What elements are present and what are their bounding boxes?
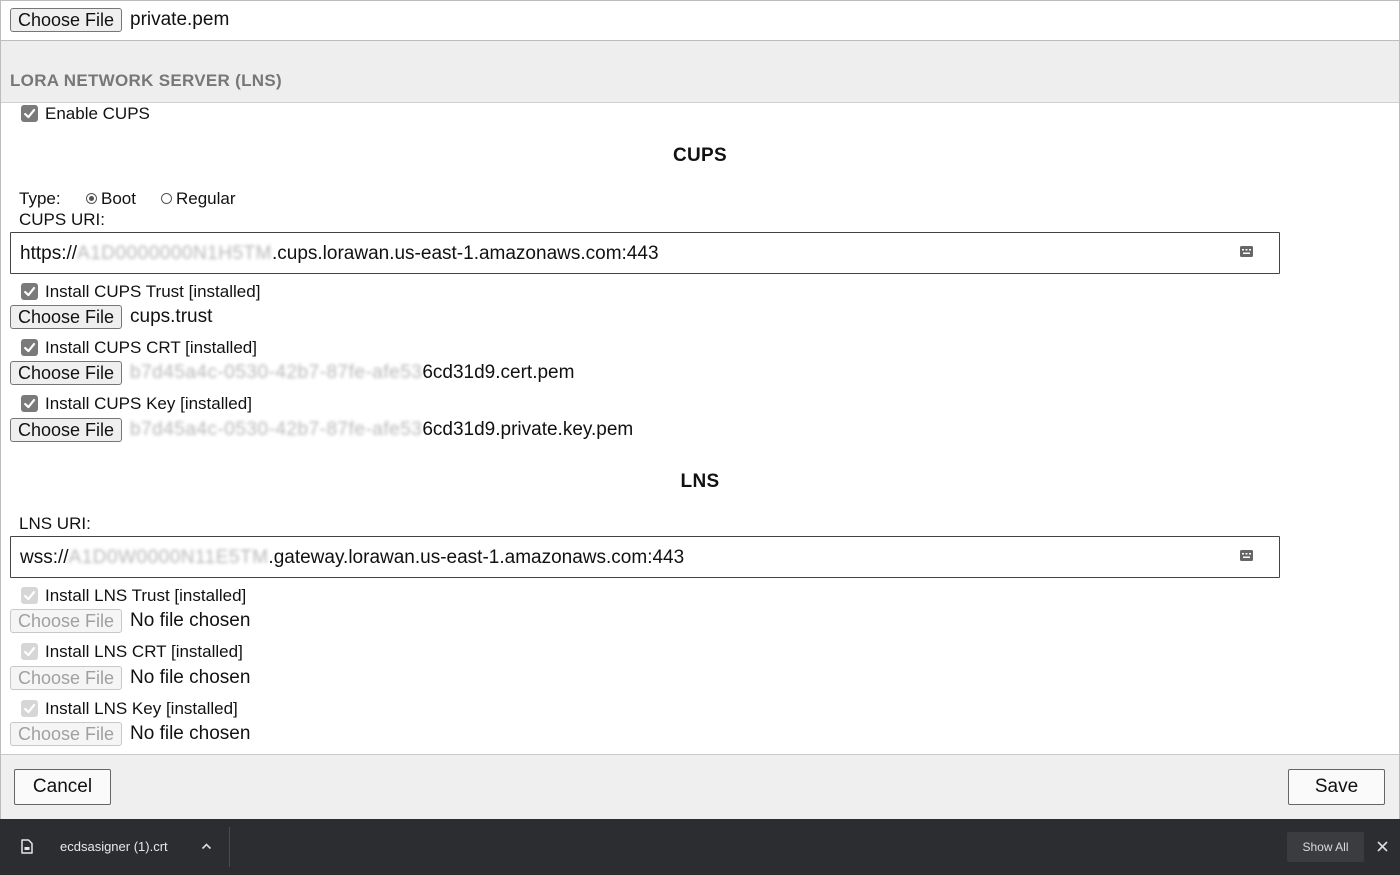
cups-uri-value: https://A1D0000000N1H5TM.cups.lorawan.us… xyxy=(20,243,659,264)
install-lns-key-label: Install LNS Key [installed] xyxy=(45,699,238,718)
install-cups-crt-checkbox[interactable] xyxy=(21,339,38,356)
type-boot-label[interactable]: Boot xyxy=(101,189,136,209)
cups-heading: CUPS xyxy=(673,145,727,166)
checkmark-icon xyxy=(24,108,36,119)
download-file-name[interactable]: ecdsasigner (1).crt xyxy=(60,839,168,854)
lns-uri-input[interactable]: wss://A1D0W0000N11E5TM.gateway.lorawan.u… xyxy=(10,536,1280,578)
dialog-footer: Cancel Save xyxy=(1,754,1399,820)
lns-heading: LNS xyxy=(680,471,720,492)
document-icon xyxy=(21,839,33,854)
type-boot-radio[interactable] xyxy=(86,193,97,204)
keyboard-icon[interactable] xyxy=(1240,246,1253,257)
lns-key-file-name: No file chosen xyxy=(130,723,251,744)
lns-trust-choose-file-button[interactable]: Choose File xyxy=(10,609,123,633)
checkmark-icon xyxy=(24,703,36,714)
checkmark-icon xyxy=(24,590,36,601)
install-lns-crt-label: Install LNS CRT [installed] xyxy=(45,642,243,661)
install-cups-key-checkbox[interactable] xyxy=(21,395,38,412)
install-cups-crt-label: Install CUPS CRT [installed] xyxy=(45,338,257,357)
lns-key-choose-file-button[interactable]: Choose File xyxy=(10,722,123,746)
show-all-button[interactable]: Show All xyxy=(1287,832,1364,862)
checkmark-icon xyxy=(24,286,36,297)
cups-uri-label: CUPS URI: xyxy=(19,210,105,229)
lns-section-header: LORA NETWORK SERVER (LNS) xyxy=(1,40,1399,103)
install-lns-trust-label: Install LNS Trust [installed] xyxy=(45,586,247,605)
download-separator xyxy=(229,827,230,867)
enable-cups-checkbox[interactable] xyxy=(21,105,38,122)
checkmark-icon xyxy=(24,398,36,409)
enable-cups-label: Enable CUPS xyxy=(45,104,150,123)
install-cups-key-label: Install CUPS Key [installed] xyxy=(45,394,252,413)
chevron-up-icon[interactable] xyxy=(201,842,212,850)
selected-file-name: private.pem xyxy=(130,9,230,30)
type-regular-radio[interactable] xyxy=(161,193,172,204)
lns-crt-choose-file-button[interactable]: Choose File xyxy=(10,666,123,690)
lns-crt-file-name: No file chosen xyxy=(130,667,251,688)
install-lns-crt-checkbox[interactable] xyxy=(21,643,38,660)
choose-file-button[interactable]: Choose File xyxy=(10,8,123,32)
download-bar: ecdsasigner (1).crt Show All xyxy=(0,819,1400,875)
install-lns-key-checkbox[interactable] xyxy=(21,700,38,717)
install-cups-trust-label: Install CUPS Trust [installed] xyxy=(45,282,261,301)
cups-key-choose-file-button[interactable]: Choose File xyxy=(10,418,123,442)
type-label: Type: xyxy=(19,189,61,208)
lns-trust-file-name: No file chosen xyxy=(130,610,251,631)
keyboard-icon[interactable] xyxy=(1240,550,1253,561)
lns-uri-value: wss://A1D0W0000N11E5TM.gateway.lorawan.u… xyxy=(20,547,685,568)
cups-crt-choose-file-button[interactable]: Choose File xyxy=(10,361,123,385)
cups-key-file-name: b7d45a4c-0530-42b7-87fe-afe536cd31d9.pri… xyxy=(130,419,634,440)
install-cups-trust-checkbox[interactable] xyxy=(21,283,38,300)
checkmark-icon xyxy=(24,646,36,657)
cups-uri-input[interactable]: https://A1D0000000N1H5TM.cups.lorawan.us… xyxy=(10,232,1280,274)
cups-trust-choose-file-button[interactable]: Choose File xyxy=(10,305,123,329)
lns-uri-label: LNS URI: xyxy=(19,514,91,533)
type-regular-label[interactable]: Regular xyxy=(176,189,236,209)
cancel-button[interactable]: Cancel xyxy=(14,769,111,805)
checkmark-icon xyxy=(24,342,36,353)
close-icon[interactable] xyxy=(1377,841,1388,852)
section-title: LORA NETWORK SERVER (LNS) xyxy=(10,71,282,90)
save-button[interactable]: Save xyxy=(1288,769,1385,805)
cups-crt-file-name: b7d45a4c-0530-42b7-87fe-afe536cd31d9.cer… xyxy=(130,362,575,383)
cups-trust-file-name: cups.trust xyxy=(130,306,213,327)
install-lns-trust-checkbox[interactable] xyxy=(21,587,38,604)
